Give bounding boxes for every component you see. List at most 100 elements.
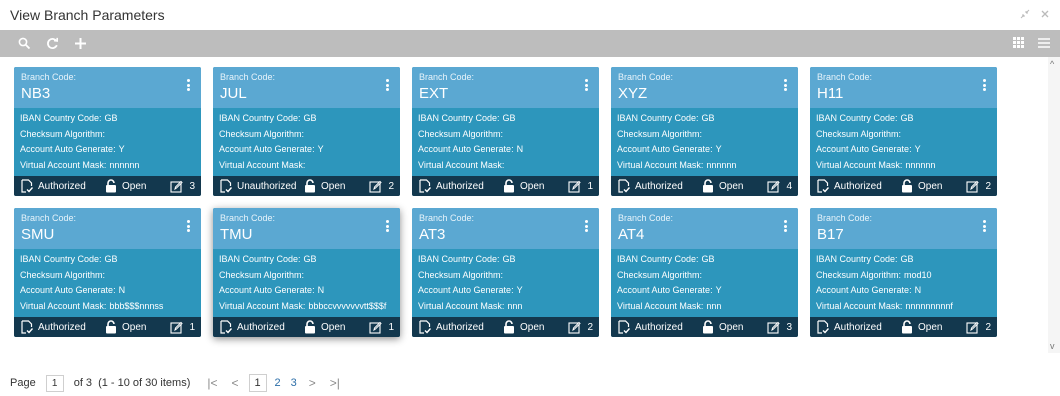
next-page-icon[interactable]: > — [309, 376, 316, 390]
branch-code-label: Branch Code: — [419, 72, 475, 82]
virtual-account-mask-value: nnnnnn — [109, 159, 140, 170]
iban-country-code-row: IBAN Country Code: GB — [418, 252, 593, 268]
field-label: Checksum Algorithm: — [219, 269, 305, 280]
refresh-button[interactable] — [38, 30, 66, 57]
field-label: Checksum Algorithm: — [418, 128, 504, 139]
field-label: IBAN Country Code: — [816, 113, 898, 123]
field-label: IBAN Country Code: — [219, 254, 301, 264]
more-options-icon[interactable] — [382, 77, 392, 93]
card-body: IBAN Country Code: GB Checksum Algorithm: A… — [213, 249, 400, 314]
branch-code-value: EXT — [419, 85, 449, 102]
more-options-icon[interactable] — [780, 218, 790, 234]
vertical-scrollbar[interactable]: ^ v — [1048, 57, 1060, 353]
scroll-up-icon[interactable]: ^ — [1050, 59, 1054, 69]
auth-status-label: Authorized — [436, 321, 484, 333]
add-button[interactable] — [66, 30, 94, 57]
unlock-icon — [703, 179, 713, 193]
more-options-icon[interactable] — [382, 218, 392, 234]
branch-card[interactable]: Branch Code: SMU IBAN Country Code: GB Check… — [14, 208, 201, 337]
account-auto-generate-row: Account Auto Generate: Y — [219, 142, 394, 158]
virtual-account-mask-value: nnnnnn — [905, 159, 936, 170]
more-options-icon[interactable] — [183, 77, 193, 93]
virtual-account-mask-row: Virtual Account Mask: — [219, 158, 394, 174]
branch-card[interactable]: Branch Code: NB3 IBAN Country Code: GB Check… — [14, 67, 201, 196]
auth-status-label: Authorized — [635, 321, 683, 333]
field-label: Checksum Algorithm: — [816, 128, 902, 139]
card-body: IBAN Country Code: GB Checksum Algorithm: A… — [14, 108, 201, 173]
page-link-1[interactable]: 1 — [248, 374, 267, 392]
unlock-icon — [504, 320, 514, 334]
field-label: IBAN Country Code: — [418, 254, 500, 264]
auth-status: Authorized — [617, 179, 701, 193]
branch-card-grid: Branch Code: NB3 IBAN Country Code: GB Check… — [14, 67, 1004, 337]
account-auto-generate-row: Account Auto Generate: Y — [617, 283, 792, 299]
prev-page-icon[interactable]: < — [232, 376, 239, 390]
card-header: Branch Code: XYZ — [611, 67, 798, 108]
last-page-icon[interactable]: >| — [330, 376, 340, 390]
checksum-algorithm-row: Checksum Algorithm: — [20, 127, 195, 143]
branch-code-value: JUL — [220, 85, 247, 102]
field-label: Checksum Algorithm: — [20, 128, 106, 139]
page-link-2[interactable]: 2 — [275, 377, 281, 389]
grid-icon — [1013, 36, 1024, 48]
more-options-icon[interactable] — [979, 218, 989, 234]
field-label: IBAN Country Code: — [418, 113, 500, 123]
modification-count-value: 3 — [189, 180, 195, 192]
pagination: Page 1 of 3 (1 - 10 of 30 items) |< < 1 … — [10, 374, 347, 392]
close-icon[interactable] — [1040, 9, 1050, 22]
card-body: IBAN Country Code: GB Checksum Algorithm: A… — [611, 249, 798, 314]
unlock-icon — [504, 179, 514, 193]
more-options-icon[interactable] — [183, 218, 193, 234]
card-body: IBAN Country Code: GB Checksum Algorithm: A… — [611, 108, 798, 173]
more-options-icon[interactable] — [780, 77, 790, 93]
first-page-icon[interactable]: |< — [207, 376, 217, 390]
account-auto-generate-row: Account Auto Generate: Y — [418, 283, 593, 299]
more-options-icon[interactable] — [581, 77, 591, 93]
field-label: Checksum Algorithm: — [617, 128, 703, 139]
field-label: Checksum Algorithm: — [418, 269, 504, 280]
card-body: IBAN Country Code: GB Checksum Algorithm: A… — [213, 108, 400, 173]
scroll-down-icon[interactable]: v — [1050, 341, 1055, 351]
edit-icon — [369, 180, 383, 193]
iban-country-code-value: GB — [900, 254, 914, 264]
record-status-label: Open — [321, 180, 346, 192]
auth-status: Authorized — [418, 320, 502, 334]
auth-status: Authorized — [816, 179, 900, 193]
search-button[interactable] — [10, 30, 38, 57]
tile-view-button[interactable] — [1013, 35, 1024, 53]
branch-card[interactable]: Branch Code: JUL IBAN Country Code: GB Check… — [213, 67, 400, 196]
card-body: IBAN Country Code: GB Checksum Algorithm: A… — [412, 249, 599, 314]
page-number-input[interactable]: 1 — [45, 374, 64, 392]
branch-card[interactable]: Branch Code: B17 IBAN Country Code: GB Check… — [810, 208, 997, 337]
iban-country-code-row: IBAN Country Code: GB — [617, 111, 792, 127]
auth-status-label: Authorized — [635, 180, 683, 192]
page-link-3[interactable]: 3 — [291, 377, 297, 389]
branch-card[interactable]: Branch Code: AT3 IBAN Country Code: GB Check… — [412, 208, 599, 337]
virtual-account-mask-row: Virtual Account Mask: nnnnnn — [617, 158, 792, 174]
branch-card[interactable]: Branch Code: XYZ IBAN Country Code: GB Check… — [611, 67, 798, 196]
record-status: Open — [502, 179, 562, 193]
account-auto-generate-value: Y — [715, 285, 722, 295]
branch-card[interactable]: Branch Code: AT4 IBAN Country Code: GB Check… — [611, 208, 798, 337]
card-list-area: Branch Code: NB3 IBAN Country Code: GB Check… — [0, 57, 1060, 359]
more-options-icon[interactable] — [979, 77, 989, 93]
field-label: Virtual Account Mask: — [617, 159, 704, 170]
account-auto-generate-value: N — [317, 285, 325, 295]
modification-count-value: 2 — [985, 180, 991, 192]
card-header: Branch Code: TMU — [213, 208, 400, 249]
branch-card[interactable]: Branch Code: TMU IBAN Country Code: GB Check… — [213, 208, 400, 337]
iban-country-code-row: IBAN Country Code: GB — [20, 111, 195, 127]
branch-card[interactable]: Branch Code: EXT IBAN Country Code: GB Check… — [412, 67, 599, 196]
unlock-icon — [305, 320, 315, 334]
virtual-account-mask-row: Virtual Account Mask: nnnnnn — [20, 158, 195, 174]
branch-card[interactable]: Branch Code: H11 IBAN Country Code: GB Check… — [810, 67, 997, 196]
document-check-icon — [220, 320, 233, 334]
auth-status-label: Authorized — [38, 180, 86, 192]
modification-count: 3 — [767, 321, 792, 334]
card-header: Branch Code: H11 — [810, 67, 997, 108]
more-options-icon[interactable] — [581, 218, 591, 234]
minimize-icon[interactable] — [1020, 9, 1030, 22]
record-status-label: Open — [719, 180, 744, 192]
branch-code-label: Branch Code: — [220, 213, 276, 223]
list-view-button[interactable] — [1038, 35, 1050, 53]
